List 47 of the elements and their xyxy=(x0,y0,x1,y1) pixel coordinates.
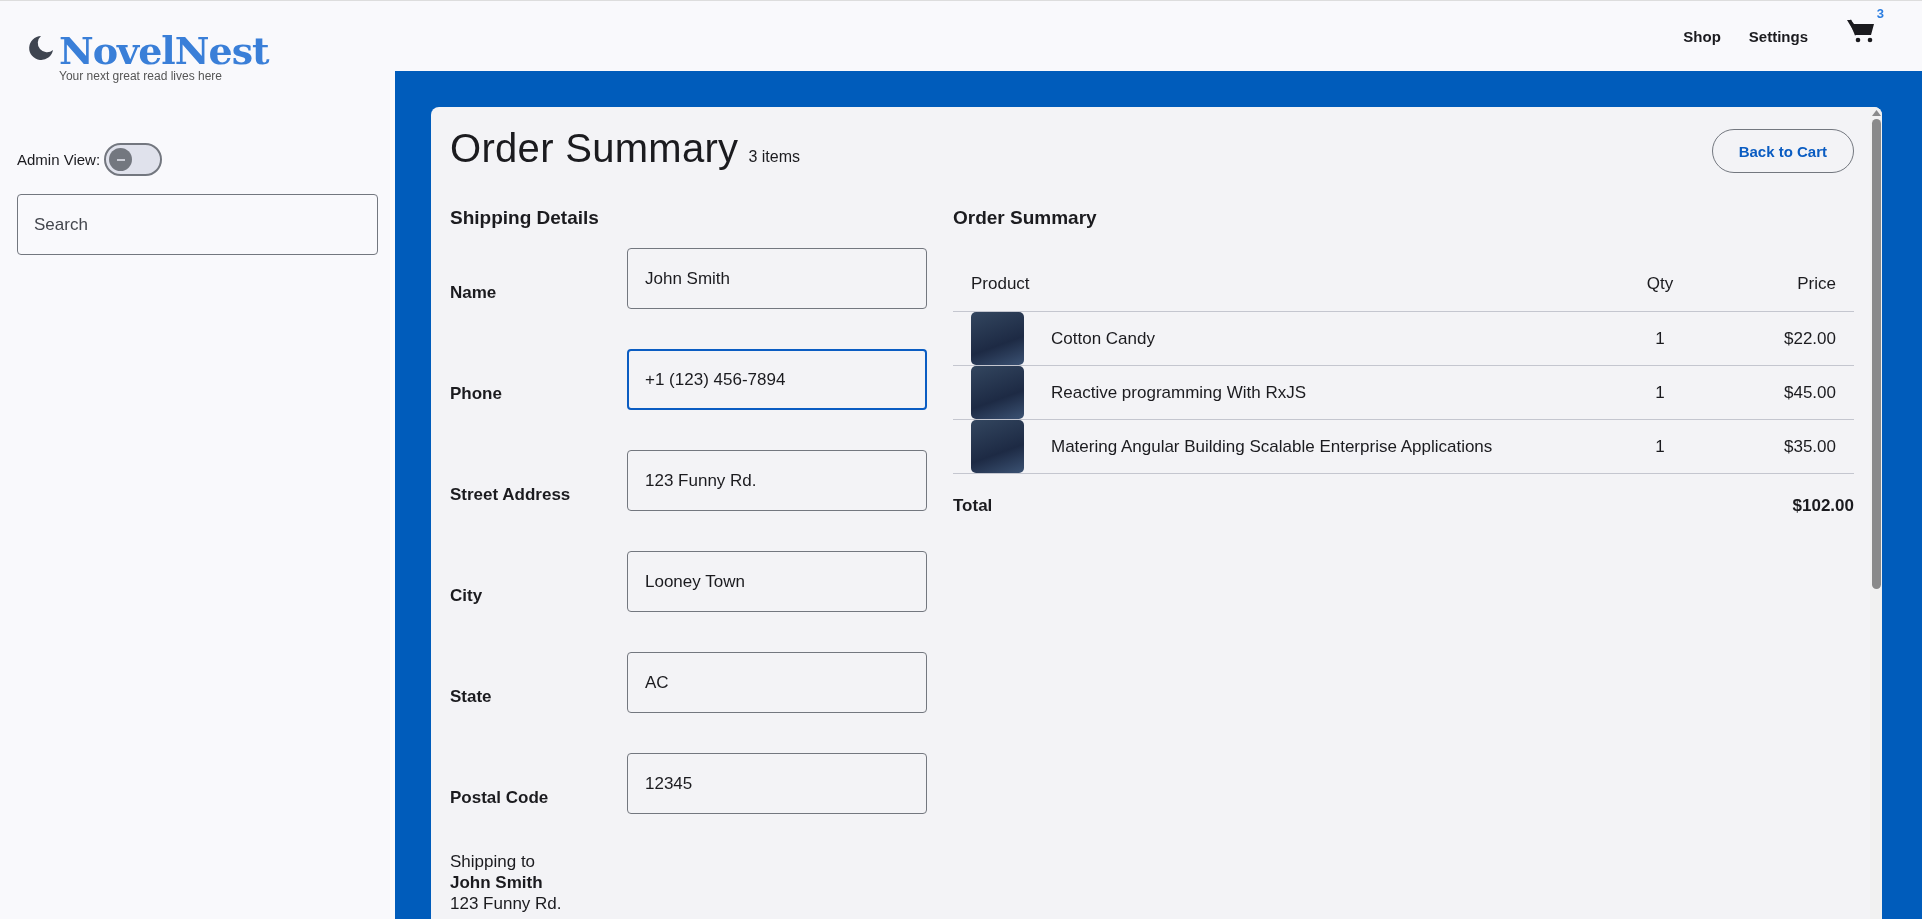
scrollbar[interactable] xyxy=(1870,107,1882,919)
quantity-cell: 1 xyxy=(1612,365,1708,420)
admin-view-label: Admin View: xyxy=(17,151,101,168)
field-label: City xyxy=(450,586,483,607)
product-name: Reactive programming With RxJS xyxy=(1051,382,1307,403)
admin-toggle[interactable] xyxy=(104,143,163,176)
text-field[interactable]: Looney Town xyxy=(627,551,927,612)
field-label: Name xyxy=(450,283,497,304)
text-field[interactable]: +1 (123) 456-7894 xyxy=(627,349,927,410)
field-label: Postal Code xyxy=(450,788,549,809)
field-label: Phone xyxy=(450,384,502,405)
price-cell: $45.00 xyxy=(1708,365,1854,420)
text-field[interactable]: 123 Funny Rd. xyxy=(627,450,927,511)
text-field[interactable]: AC xyxy=(627,652,927,713)
total-value: $102.00 xyxy=(1792,496,1854,516)
book-cover-placeholder xyxy=(971,312,1024,365)
scroll-up-arrow-icon[interactable] xyxy=(1871,110,1881,116)
field-label: Street Address xyxy=(450,485,571,506)
quantity-cell: 1 xyxy=(1612,419,1708,474)
column-header: Qty xyxy=(1612,257,1708,312)
section-heading: Shipping Details xyxy=(450,207,600,229)
logo-title: NovelNest xyxy=(59,31,269,71)
cart-count-label: 3 xyxy=(1876,6,1884,21)
section-heading: Order Summary xyxy=(953,207,1098,229)
total-label: Total xyxy=(953,496,993,516)
column-header: Price xyxy=(1708,257,1854,312)
product-name: Matering Angular Building Scalable Enterprise Applications xyxy=(1051,436,1493,457)
product-name: Cotton Candy xyxy=(1051,328,1155,349)
text-field[interactable]: 12345 xyxy=(627,753,927,814)
logo-tagline: Your next great read lives here xyxy=(59,69,223,83)
book-cover-placeholder xyxy=(971,366,1024,419)
column-header: Product xyxy=(953,257,1612,312)
book-cover-placeholder xyxy=(971,420,1024,473)
cart-icon[interactable] xyxy=(1846,18,1876,44)
item-count: 3 items xyxy=(748,147,800,166)
nav-link[interactable]: Shop xyxy=(1683,23,1721,49)
price-cell: $22.00 xyxy=(1708,311,1854,366)
price-cell: $35.00 xyxy=(1708,419,1854,474)
shipping-to-label: Shipping to xyxy=(450,851,537,872)
nav-link[interactable]: Settings xyxy=(1748,23,1808,49)
quantity-cell: 1 xyxy=(1612,311,1708,366)
address-line: 123 Funny Rd. xyxy=(450,893,563,914)
field-label: State xyxy=(450,687,492,708)
page-title: Order Summary xyxy=(450,125,739,171)
search-field[interactable]: Search xyxy=(17,194,378,255)
text-field[interactable]: John Smith xyxy=(627,248,927,309)
recipient-name: John Smith xyxy=(450,872,544,893)
